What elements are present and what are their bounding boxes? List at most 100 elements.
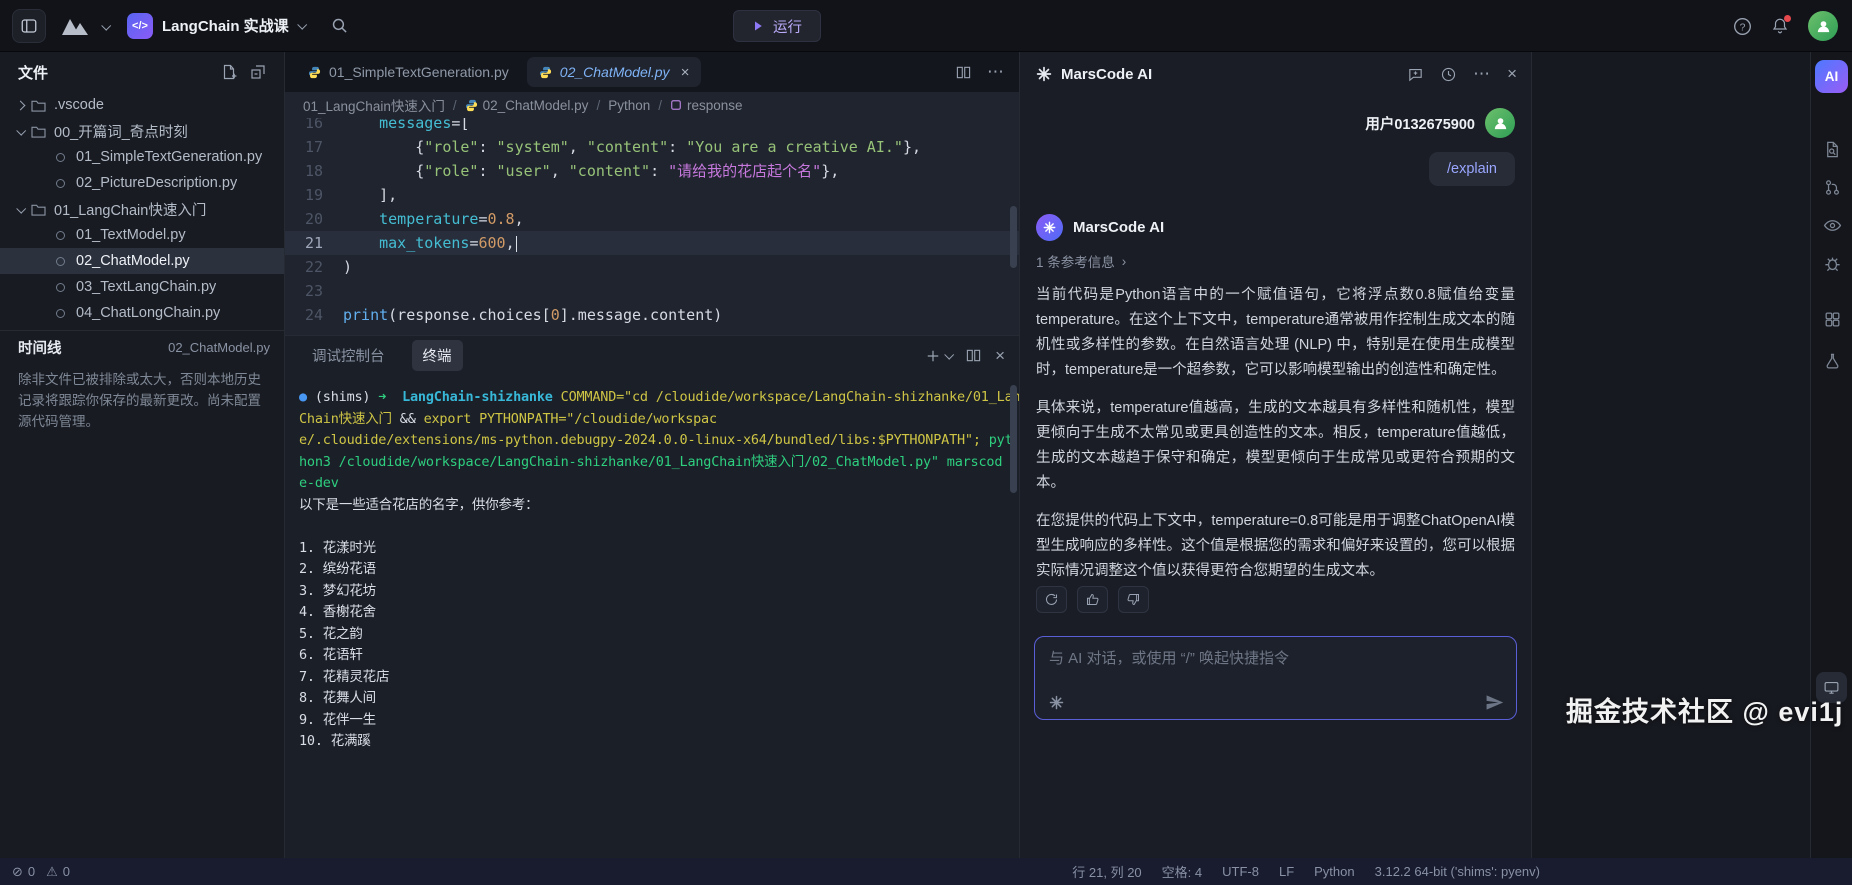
status-language-mode[interactable]: Python bbox=[1314, 864, 1354, 879]
warning-count: 0 bbox=[62, 864, 71, 879]
code-line-19[interactable]: 19 ], bbox=[285, 183, 1019, 207]
notifications-bell-icon[interactable] bbox=[1771, 15, 1791, 35]
tree-folder-00_开篇词_奇点时刻[interactable]: 00_开篇词_奇点时刻 bbox=[0, 118, 284, 144]
status-indentation[interactable]: 空格: 4 bbox=[1162, 862, 1202, 881]
error-count: 0 bbox=[27, 864, 36, 879]
thumbs-down-button[interactable] bbox=[1118, 586, 1149, 613]
code-line-21[interactable]: 21 max_tokens=600, bbox=[285, 231, 1019, 255]
help-icon[interactable]: ? bbox=[1733, 17, 1752, 36]
timeline-section: 时间线 02_ChatModel.py 除非文件已被排除或太大，否则本地历史记录… bbox=[0, 330, 284, 432]
more-actions-icon[interactable]: ⋯ bbox=[987, 62, 1005, 82]
user-message-bubble[interactable]: /explain bbox=[1429, 152, 1515, 186]
code-line-22[interactable]: 22) bbox=[285, 255, 1019, 279]
tree-file-02_PictureDescription.py[interactable]: 02_PictureDescription.py bbox=[0, 170, 284, 196]
breadcrumb-item-Python[interactable]: Python bbox=[608, 98, 650, 113]
preview-eye-icon[interactable] bbox=[1811, 216, 1852, 235]
file-tree: .vscode 00_开篇词_奇点时刻 01_SimpleTextGeneratio… bbox=[0, 92, 284, 326]
ai-assistant-badge[interactable]: AI bbox=[1815, 60, 1848, 93]
split-editor-icon[interactable] bbox=[956, 65, 971, 80]
panel-tab-终端[interactable]: 终端 bbox=[411, 340, 463, 371]
reference-label: 1 条参考信息 bbox=[1036, 255, 1115, 270]
file-icon bbox=[50, 178, 70, 188]
tree-file-01_TextModel.py[interactable]: 01_TextModel.py bbox=[0, 222, 284, 248]
sparkle-icon[interactable] bbox=[1049, 695, 1064, 710]
breadcrumb-item-01_LangChain快速入门[interactable]: 01_LangChain快速入门 bbox=[303, 95, 445, 115]
breadcrumb-item-response[interactable]: response bbox=[670, 98, 743, 113]
assistant-message-header: MarsCode AI bbox=[1020, 186, 1531, 241]
git-branch-icon[interactable] bbox=[1811, 178, 1852, 197]
split-terminal-icon[interactable] bbox=[966, 348, 981, 363]
status-eol[interactable]: LF bbox=[1279, 864, 1294, 879]
window-menu-button[interactable] bbox=[12, 8, 46, 43]
text-cursor bbox=[515, 235, 518, 252]
history-icon[interactable] bbox=[1440, 66, 1457, 83]
tree-file-03_TextLangChain.py[interactable]: 03_TextLangChain.py bbox=[0, 274, 284, 300]
terminal[interactable]: ● (shims) ➜ LangChain-shizhanke COMMAND=… bbox=[285, 375, 1019, 858]
debug-bug-icon[interactable] bbox=[1811, 254, 1852, 273]
right-activity-bar: AI bbox=[1810, 52, 1852, 858]
panel-tab-调试控制台[interactable]: 调试控制台 bbox=[301, 340, 396, 371]
code-line-20[interactable]: 20 temperature=0.8, bbox=[285, 207, 1019, 231]
new-file-icon[interactable] bbox=[221, 64, 237, 80]
send-icon[interactable] bbox=[1485, 693, 1504, 712]
top-bar: </> LangChain 实战课 运行 ? bbox=[0, 0, 1852, 52]
user-avatar[interactable] bbox=[1808, 11, 1838, 41]
new-chat-icon[interactable] bbox=[1407, 66, 1424, 83]
tree-file-01_SimpleTextGeneration.py[interactable]: 01_SimpleTextGeneration.py bbox=[0, 144, 284, 170]
status-cursor-position[interactable]: 行 21, 列 20 bbox=[1072, 862, 1141, 881]
line-number: 23 bbox=[304, 282, 323, 300]
tree-folder-.vscode[interactable]: .vscode bbox=[0, 92, 284, 118]
collapse-all-icon[interactable] bbox=[250, 64, 266, 80]
terminal-line: hon3 /cloudide/workspace/LangChain-shizh… bbox=[299, 453, 1003, 470]
experiments-flask-icon[interactable] bbox=[1811, 352, 1852, 371]
item-label: .vscode bbox=[54, 97, 104, 113]
reference-toggle[interactable]: 1 条参考信息 › bbox=[1020, 241, 1531, 271]
marscode-logo[interactable] bbox=[60, 15, 94, 37]
ai-chat-input[interactable] bbox=[1049, 647, 1502, 685]
assistant-name: MarsCode AI bbox=[1073, 219, 1165, 236]
search-icon[interactable] bbox=[331, 17, 348, 34]
tree-file-04_ChatLongChain.py[interactable]: 04_ChatLongChain.py bbox=[0, 300, 284, 326]
code-editor[interactable]: 16 messages=[17 {"role": "system", "cont… bbox=[285, 118, 1019, 335]
new-terminal-icon[interactable] bbox=[926, 349, 955, 363]
code-lines: 16 messages=[17 {"role": "system", "cont… bbox=[285, 118, 1019, 327]
error-icon: ⊘ bbox=[12, 863, 23, 879]
code-line-17[interactable]: 17 {"role": "system", "content": "You ar… bbox=[285, 135, 1019, 159]
editor-tab-02_ChatModel.py[interactable]: 02_ChatModel.py × bbox=[526, 57, 702, 87]
editor-scrollbar[interactable] bbox=[1010, 206, 1017, 268]
symbol-icon bbox=[670, 99, 682, 111]
status-encoding[interactable]: UTF-8 bbox=[1222, 864, 1259, 879]
terminal-scrollbar[interactable] bbox=[1010, 385, 1017, 493]
more-options-icon[interactable]: ⋯ bbox=[1473, 64, 1491, 84]
regenerate-button[interactable] bbox=[1036, 586, 1067, 613]
tree-file-02_ChatModel.py[interactable]: 02_ChatModel.py bbox=[0, 248, 284, 274]
code-text: ], bbox=[343, 186, 398, 204]
code-line-16[interactable]: 16 messages=[ bbox=[285, 118, 1019, 135]
panel-header: 调试控制台 终端 × bbox=[285, 335, 1019, 375]
tab-label: 01_SimpleTextGeneration.py bbox=[329, 64, 509, 80]
code-line-23[interactable]: 23 bbox=[285, 279, 1019, 303]
line-number: 18 bbox=[304, 162, 323, 180]
close-tab-icon[interactable]: × bbox=[681, 64, 690, 81]
close-panel-icon[interactable]: × bbox=[995, 346, 1005, 366]
ide-window: </> LangChain 实战课 运行 ? 文件 .vscode 00_开篇词… bbox=[0, 0, 1852, 885]
timeline-header[interactable]: 时间线 02_ChatModel.py bbox=[0, 331, 284, 363]
problems-indicator[interactable]: ⊘ 0 ⚠ 0 bbox=[12, 864, 70, 880]
workspace-switcher[interactable]: </> LangChain 实战课 bbox=[127, 12, 307, 39]
editor-tab-01_SimpleTextGeneration.py[interactable]: 01_SimpleTextGeneration.py bbox=[296, 57, 521, 87]
extensions-grid-icon[interactable] bbox=[1811, 310, 1852, 329]
close-ai-panel-icon[interactable]: × bbox=[1507, 64, 1517, 84]
terminal-line: 4. 香榭花舍 bbox=[299, 604, 376, 620]
tree-folder-01_LangChain快速入门[interactable]: 01_LangChain快速入门 bbox=[0, 196, 284, 222]
status-python-interpreter[interactable]: 3.12.2 64-bit ('shims': pyenv) bbox=[1375, 864, 1540, 879]
python-file-icon bbox=[465, 99, 478, 112]
code-line-18[interactable]: 18 {"role": "user", "content": "请给我的花店起个… bbox=[285, 159, 1019, 183]
breadcrumb-item-02_ChatModel.py[interactable]: 02_ChatModel.py bbox=[465, 98, 588, 113]
chevron-down-icon[interactable] bbox=[101, 17, 112, 35]
ai-chat-input-box[interactable] bbox=[1034, 636, 1517, 720]
thumbs-up-button[interactable] bbox=[1077, 586, 1108, 613]
code-line-24[interactable]: 24 print(response.choices[0].message.cont… bbox=[285, 303, 1019, 327]
code-review-icon[interactable] bbox=[1811, 140, 1852, 159]
terminal-line: 以下是一些适合花店的名字，供你参考： bbox=[299, 496, 539, 513]
run-button[interactable]: 运行 bbox=[733, 10, 821, 42]
